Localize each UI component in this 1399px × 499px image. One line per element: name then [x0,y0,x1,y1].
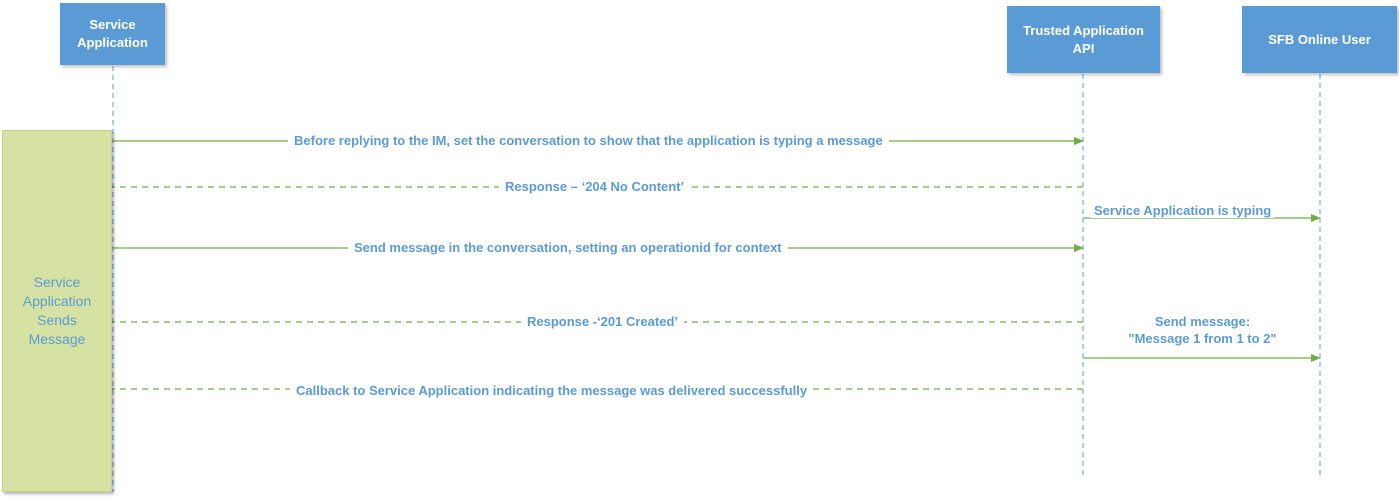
actor-sfb-online-user: SFB Online User [1242,6,1397,73]
activation-bar: Service Application Sends Message [2,130,112,492]
message-label: Send message: "Message 1 from 1 to 2" [1128,314,1277,346]
message-label: Send message in the conversation, settin… [348,240,788,255]
actor-label: Trusted Application API [1023,22,1144,56]
message-label: Service Application is typing [1090,203,1276,218]
message-label: Callback to Service Application indicati… [290,383,814,398]
actor-label: Service Application [77,17,148,50]
activation-label: Service Application Sends Message [22,274,92,347]
message-label: Response – ‘204 No Content’ [499,179,691,194]
actor-service-application: Service Application [60,3,165,65]
actor-label: SFB Online User [1268,31,1371,47]
message-label: Before replying to the IM, set the conve… [288,133,889,148]
message-label: Response -‘201 Created’ [521,314,685,329]
actor-trusted-application-api: Trusted Application API [1007,6,1160,73]
